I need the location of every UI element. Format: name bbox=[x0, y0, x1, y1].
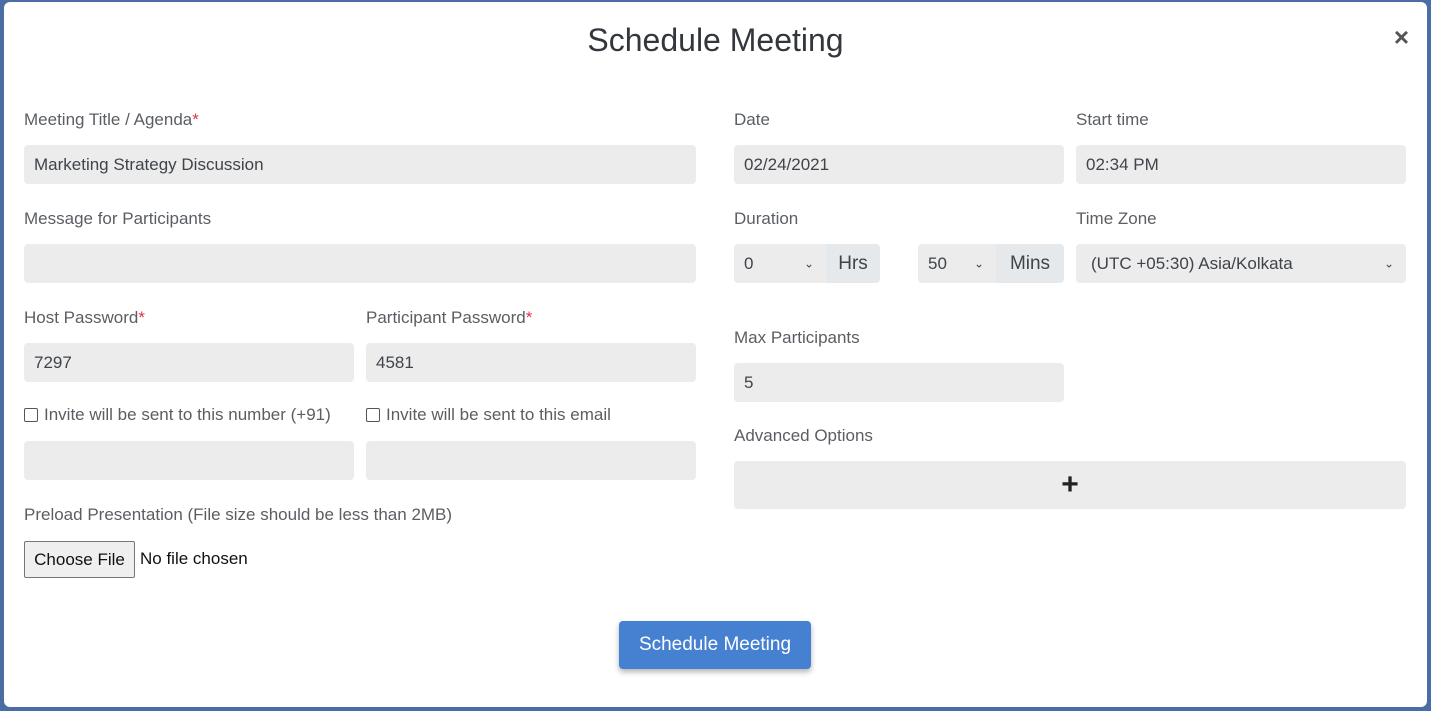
message-label: Message for Participants bbox=[24, 209, 212, 228]
meeting-title-label-text: Meeting Title / Agenda bbox=[24, 110, 193, 129]
advanced-options-toggle[interactable]: + bbox=[734, 461, 1406, 509]
chevron-down-icon: ⌄ bbox=[973, 255, 984, 270]
duration-mins-select[interactable]: 50 ⌄ bbox=[918, 244, 996, 283]
close-icon[interactable]: × bbox=[1394, 24, 1409, 50]
meeting-title-label: Meeting Title / Agenda* bbox=[24, 110, 199, 130]
choose-file-button[interactable]: Choose File bbox=[24, 541, 135, 578]
advanced-options-label: Advanced Options bbox=[734, 426, 873, 445]
schedule-meeting-button[interactable]: Schedule Meeting bbox=[619, 621, 811, 669]
host-password-label-text: Host Password bbox=[24, 308, 139, 327]
meeting-title-input[interactable]: Marketing Strategy Discussion bbox=[24, 145, 696, 184]
time-zone-label: Time Zone bbox=[1076, 209, 1157, 228]
required-marker: * bbox=[138, 308, 145, 327]
required-marker: * bbox=[192, 110, 199, 129]
participant-password-label: Participant Password* bbox=[366, 308, 532, 328]
file-status: No file chosen bbox=[140, 549, 248, 568]
modal-title: Schedule Meeting bbox=[587, 22, 844, 58]
participant-password-label-text: Participant Password bbox=[366, 308, 526, 327]
host-password-input[interactable]: 7297 bbox=[24, 343, 354, 382]
duration-mins-value: 50 bbox=[928, 253, 947, 273]
schedule-meeting-modal: Schedule Meeting × Meeting Title / Agend… bbox=[4, 2, 1427, 707]
date-input[interactable]: 02/24/2021 bbox=[734, 145, 1064, 184]
date-label: Date bbox=[734, 110, 770, 129]
invite-email-label: Invite will be sent to this email bbox=[386, 405, 611, 424]
plus-icon: + bbox=[1061, 468, 1079, 501]
invite-number-label: Invite will be sent to this number (+91) bbox=[44, 405, 331, 424]
invite-number-checkbox[interactable] bbox=[24, 408, 38, 422]
invite-email-input[interactable] bbox=[366, 441, 696, 480]
invite-number-input[interactable] bbox=[24, 441, 354, 480]
time-zone-select[interactable]: (UTC +05:30) Asia/Kolkata ⌄ bbox=[1076, 244, 1406, 283]
duration-label: Duration bbox=[734, 209, 799, 228]
required-marker: * bbox=[525, 308, 533, 327]
time-zone-value: (UTC +05:30) Asia/Kolkata bbox=[1091, 253, 1293, 273]
preload-label: Preload Presentation (File size should b… bbox=[24, 505, 453, 524]
duration-hours-select[interactable]: 0 ⌄ bbox=[734, 244, 826, 283]
invite-email-checkbox[interactable] bbox=[366, 408, 380, 422]
mins-unit-addon: Mins bbox=[996, 244, 1064, 283]
start-time-input[interactable]: 02:34 PM bbox=[1076, 145, 1406, 184]
start-time-label: Start time bbox=[1076, 110, 1149, 129]
participant-password-input[interactable]: 4581 bbox=[366, 343, 696, 382]
invite-email-row: Invite will be sent to this email bbox=[366, 405, 611, 425]
invite-number-row: Invite will be sent to this number (+91) bbox=[24, 405, 331, 425]
max-participants-input[interactable]: 5 bbox=[734, 363, 1064, 402]
chevron-down-icon: ⌄ bbox=[1383, 255, 1394, 270]
host-password-label: Host Password* bbox=[24, 308, 145, 328]
duration-hours-value: 0 bbox=[744, 253, 754, 273]
chevron-down-icon: ⌄ bbox=[803, 255, 814, 270]
hours-unit-addon: Hrs bbox=[826, 244, 880, 283]
max-participants-label: Max Participants bbox=[734, 328, 860, 347]
message-input[interactable] bbox=[24, 244, 696, 283]
